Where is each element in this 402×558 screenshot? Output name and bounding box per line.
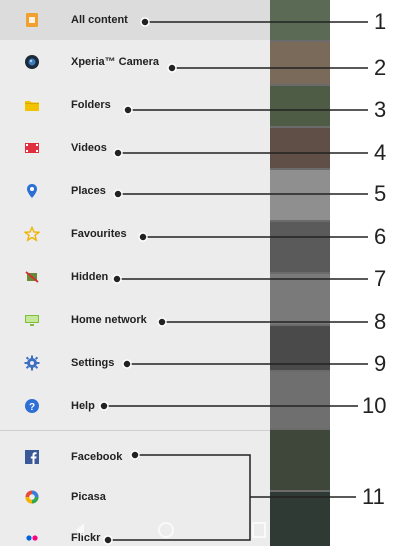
- callout-dot: [99, 401, 109, 411]
- callout-number: 11: [362, 484, 385, 509]
- callout-lines: [99, 17, 368, 545]
- callout-number: 4: [374, 140, 387, 165]
- callout-number: 9: [374, 351, 387, 376]
- callout-dot: [113, 189, 123, 199]
- callout-number: 6: [374, 224, 387, 249]
- callout-dot: [138, 232, 148, 242]
- callout-dot: [157, 317, 167, 327]
- callout-number: 10: [362, 393, 387, 418]
- callout-dot: [130, 450, 140, 460]
- callout-number: 7: [374, 266, 387, 291]
- callout-number: 3: [374, 97, 387, 122]
- callout-dot: [140, 17, 150, 27]
- callout-dot: [112, 274, 122, 284]
- callout-number: 5: [374, 181, 387, 206]
- callout-bracket: [108, 454, 251, 541]
- callout-dot: [123, 105, 133, 115]
- callout-dot: [103, 535, 113, 545]
- callout-number: 1: [374, 9, 387, 34]
- callout-number: 2: [374, 55, 387, 80]
- callout-dot: [113, 148, 123, 158]
- callout-dot: [167, 63, 177, 73]
- callout-dot: [122, 359, 132, 369]
- callout-number: 8: [374, 309, 387, 334]
